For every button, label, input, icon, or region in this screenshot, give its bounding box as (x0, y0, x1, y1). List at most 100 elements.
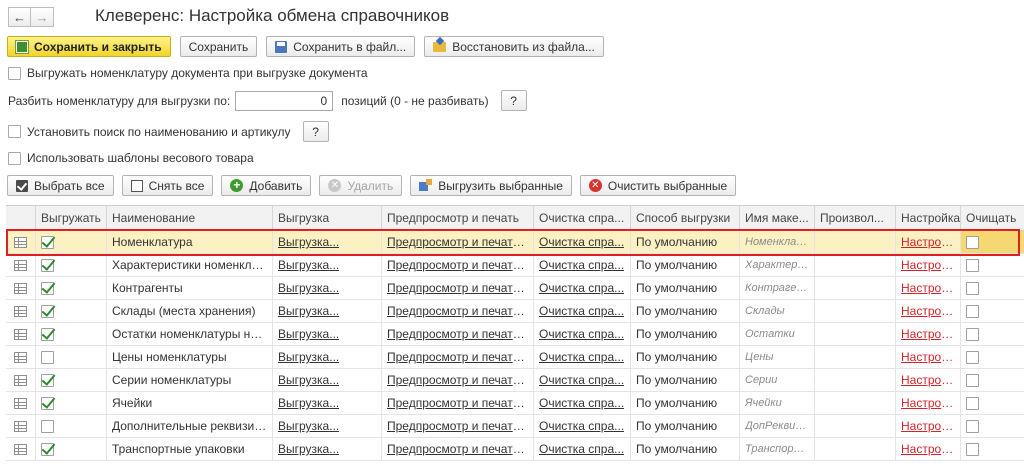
table-row[interactable]: Остатки номенклатуры на ... Выгрузка... Пр… (6, 323, 1024, 346)
row-cell-name[interactable]: Ячейки (107, 392, 273, 414)
row-cell-name[interactable]: Контрагенты (107, 277, 273, 299)
row-cell-arbitrary[interactable] (815, 346, 896, 368)
clean-directory-link[interactable]: Очистка спра... (539, 350, 624, 364)
unload-link[interactable]: Выгрузка... (278, 419, 339, 433)
export-checkbox[interactable] (41, 235, 54, 249)
row-cell-layout[interactable]: Остатки (740, 323, 815, 345)
setup-link[interactable]: Настроить (901, 396, 955, 410)
clear-checkbox[interactable] (966, 419, 979, 433)
preview-print-link[interactable]: Предпросмотр и печать... (387, 442, 528, 456)
row-cell-arbitrary[interactable] (815, 300, 896, 322)
clear-checkbox[interactable] (966, 396, 979, 410)
clear-selected-button[interactable]: ✕ Очистить выбранные (579, 175, 737, 196)
row-cell-arbitrary[interactable] (815, 231, 896, 253)
row-cell-arbitrary[interactable] (815, 254, 896, 276)
add-button[interactable]: + Добавить (221, 175, 312, 196)
unload-link[interactable]: Выгрузка... (278, 442, 339, 456)
row-cell-method[interactable]: По умолчанию (631, 369, 740, 391)
table-row[interactable]: Транспортные упаковки Выгрузка... Предпрос… (6, 438, 1024, 461)
preview-print-link[interactable]: Предпросмотр и печать... (387, 258, 528, 272)
unload-link[interactable]: Выгрузка... (278, 327, 339, 341)
row-cell-layout[interactable]: Транспортн... (740, 438, 815, 460)
clean-directory-link[interactable]: Очистка спра... (539, 442, 624, 456)
row-cell-method[interactable]: По умолчанию (631, 392, 740, 414)
row-cell-method[interactable]: По умолчанию (631, 277, 740, 299)
clear-checkbox[interactable] (966, 304, 979, 318)
clear-checkbox[interactable] (966, 281, 979, 295)
export-selected-button[interactable]: Выгрузить выбранные (410, 175, 572, 196)
save-button[interactable]: Сохранить (179, 36, 258, 57)
select-all-button[interactable]: Выбрать все (7, 175, 114, 196)
clean-directory-link[interactable]: Очистка спра... (539, 396, 624, 410)
setup-link[interactable]: Настроить (901, 419, 955, 433)
search-by-name-checkbox[interactable] (8, 125, 21, 138)
row-cell-layout[interactable]: Цены (740, 346, 815, 368)
export-checkbox[interactable] (41, 304, 54, 318)
clear-checkbox[interactable] (966, 327, 979, 341)
row-cell-name[interactable]: Склады (места хранения) (107, 300, 273, 322)
export-checkbox[interactable] (41, 396, 54, 410)
row-cell-layout[interactable]: ДопРеквизи... (740, 415, 815, 437)
table-row[interactable]: Дополнительные реквизиты Выгрузка... Предп… (6, 415, 1024, 438)
column-header-method[interactable]: Способ выгрузки (631, 206, 740, 230)
table-row[interactable]: Ячейки Выгрузка... Предпросмотр и печать..… (6, 392, 1024, 415)
table-row[interactable]: Характеристики номенклат... Выгрузка... Пр… (6, 254, 1024, 277)
split-help-button[interactable]: ? (500, 90, 527, 111)
table-row[interactable]: Контрагенты Выгрузка... Предпросмотр и печ… (6, 277, 1024, 300)
row-cell-name[interactable]: Остатки номенклатуры на ... (107, 323, 273, 345)
row-cell-arbitrary[interactable] (815, 277, 896, 299)
row-cell-layout[interactable]: Серии (740, 369, 815, 391)
table-row[interactable]: Склады (места хранения) Выгрузка... Предпр… (6, 300, 1024, 323)
row-cell-arbitrary[interactable] (815, 415, 896, 437)
row-cell-layout[interactable]: Номенклату... (740, 231, 815, 253)
clean-directory-link[interactable]: Очистка спра... (539, 327, 624, 341)
export-checkbox[interactable] (41, 373, 54, 387)
clear-checkbox[interactable] (966, 235, 979, 249)
column-header-clear[interactable]: Очищать (961, 206, 1024, 230)
preview-print-link[interactable]: Предпросмотр и печать... (387, 304, 528, 318)
clean-directory-link[interactable]: Очистка спра... (539, 258, 624, 272)
column-header-unload[interactable]: Выгрузка (273, 206, 382, 230)
row-cell-method[interactable]: По умолчанию (631, 415, 740, 437)
back-button[interactable]: ← (8, 7, 31, 27)
column-header-export[interactable]: Выгружать (36, 206, 107, 230)
clear-checkbox[interactable] (966, 350, 979, 364)
row-cell-arbitrary[interactable] (815, 369, 896, 391)
row-cell-name[interactable]: Дополнительные реквизиты (107, 415, 273, 437)
row-cell-layout[interactable]: Характерис... (740, 254, 815, 276)
setup-link[interactable]: Настроить (901, 373, 955, 387)
row-cell-layout[interactable]: Контрагенты (740, 277, 815, 299)
row-cell-name[interactable]: Серии номенклатуры (107, 369, 273, 391)
setup-link[interactable]: Настроить (901, 442, 955, 456)
deselect-all-button[interactable]: Снять все (121, 175, 214, 196)
forward-button[interactable]: → (31, 7, 54, 27)
column-header-setup[interactable]: Настройка (896, 206, 961, 230)
setup-link[interactable]: Настроить (901, 281, 955, 295)
column-header-clean[interactable]: Очистка спра... (534, 206, 631, 230)
delete-button[interactable]: ✕ Удалить (319, 175, 403, 196)
column-header-preview[interactable]: Предпросмотр и печать (382, 206, 534, 230)
export-nomenclature-checkbox[interactable] (8, 66, 21, 80)
preview-print-link[interactable]: Предпросмотр и печать... (387, 396, 528, 410)
clear-checkbox[interactable] (966, 258, 979, 272)
export-checkbox[interactable] (41, 442, 54, 456)
row-cell-layout[interactable]: Склады (740, 300, 815, 322)
preview-print-link[interactable]: Предпросмотр и печать... (387, 350, 528, 364)
save-to-file-button[interactable]: Сохранить в файл... (266, 36, 416, 57)
row-cell-arbitrary[interactable] (815, 323, 896, 345)
column-header-layout[interactable]: Имя маке... (740, 206, 815, 230)
restore-from-file-button[interactable]: Восстановить из файла... (424, 36, 604, 57)
row-cell-method[interactable]: По умолчанию (631, 438, 740, 460)
preview-print-link[interactable]: Предпросмотр и печать... (387, 327, 528, 341)
unload-link[interactable]: Выгрузка... (278, 373, 339, 387)
unload-link[interactable]: Выгрузка... (278, 258, 339, 272)
save-and-close-button[interactable]: Сохранить и закрыть (7, 36, 171, 57)
preview-print-link[interactable]: Предпросмотр и печать... (387, 419, 528, 433)
column-header-name[interactable]: Наименование (107, 206, 273, 230)
search-help-button[interactable]: ? (302, 121, 329, 142)
row-cell-name[interactable]: Цены номенклатуры (107, 346, 273, 368)
weight-templates-checkbox[interactable] (8, 151, 21, 165)
clear-checkbox[interactable] (966, 442, 979, 456)
row-cell-method[interactable]: По умолчанию (631, 231, 740, 253)
clean-directory-link[interactable]: Очистка спра... (539, 235, 624, 249)
